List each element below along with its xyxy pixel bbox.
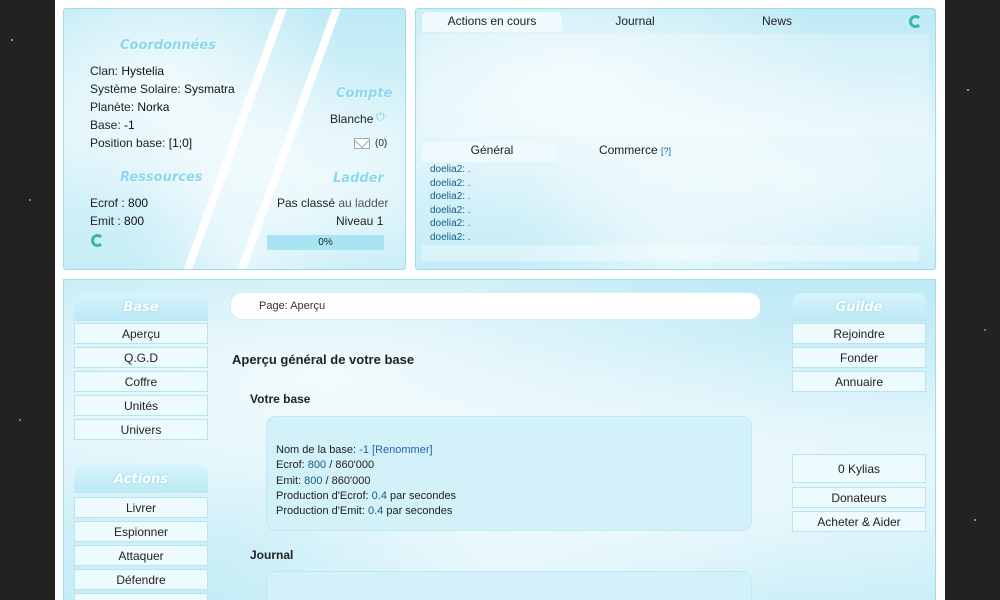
mail-icon[interactable]: [354, 133, 370, 149]
menu-unites[interactable]: Unités: [74, 395, 208, 416]
refresh-icon[interactable]: [909, 15, 922, 28]
chat-line: doelia2: .: [430, 164, 471, 175]
page-title: Aperçu général de votre base: [232, 352, 415, 367]
chat-line: doelia2: .: [430, 191, 471, 202]
chat-line: doelia2: .: [430, 204, 471, 216]
base-name-row: Nom de la base: -1 [Renommer]: [276, 444, 433, 456]
rename-link[interactable]: [Renommer]: [372, 444, 433, 456]
base-row: Base: -1: [90, 118, 135, 132]
base-menu-header: Base: [74, 293, 208, 321]
menu-rejoindre[interactable]: Rejoindre: [792, 323, 926, 344]
chat-input[interactable]: [422, 245, 919, 261]
menu-next-item[interactable]: [74, 593, 208, 600]
menu-annuaire[interactable]: Annuaire: [792, 371, 926, 392]
menu-attaquer[interactable]: Attaquer: [74, 545, 208, 566]
ladder-status: Pas classé au ladder: [277, 196, 389, 210]
ecrof-row: Ecrof: 800 / 860'000: [276, 459, 375, 472]
menu-espionner[interactable]: Espionner: [74, 521, 208, 542]
section-title-journal: Journal: [250, 548, 294, 562]
position-row: Position base: [1;0]: [90, 136, 193, 150]
menu-qgd[interactable]: Q.G.D: [74, 347, 208, 368]
breadcrumb-page: Aperçu: [290, 300, 326, 312]
tab-commerce[interactable]: Commerce [?]: [580, 143, 690, 157]
clan-row: Clan: Hystelia: [90, 64, 165, 78]
chat-line: doelia2: .: [430, 177, 471, 189]
menu-acheter-aider[interactable]: Acheter & Aider: [792, 511, 926, 532]
menu-fonder[interactable]: Fonder: [792, 347, 926, 368]
chat-messages: doelia2: . doelia2: . doelia2: . doelia2…: [430, 163, 471, 244]
resources-title: Ressources: [120, 170, 203, 185]
account-name[interactable]: Blanche: [330, 112, 373, 126]
tab-journal[interactable]: Journal: [580, 14, 690, 28]
tab-actions-en-cours[interactable]: Actions en cours: [422, 14, 562, 28]
tab-news[interactable]: News: [722, 14, 832, 28]
actions-menu-header: Actions: [74, 465, 208, 493]
journal-box: [266, 571, 752, 600]
menu-univers[interactable]: Univers: [74, 419, 208, 440]
menu-apercu[interactable]: Aperçu: [74, 323, 208, 344]
divider: [236, 9, 344, 269]
guild-menu-header: Guilde: [792, 293, 926, 321]
ecrof-production-row: Production d'Ecrof: 0.4 par secondes: [276, 489, 457, 502]
activity-area: [420, 34, 929, 136]
planet-row: Planète: Norka: [90, 100, 170, 114]
account-title: Compte: [336, 86, 393, 101]
mail-count: (0): [375, 138, 388, 149]
chat-line: doelia2: .: [430, 218, 471, 229]
menu-livrer[interactable]: Livrer: [74, 497, 208, 518]
commerce-help-link[interactable]: [?]: [661, 146, 671, 156]
menu-defendre[interactable]: Défendre: [74, 569, 208, 590]
ecrof-resource: Ecrof : 800: [90, 196, 149, 210]
section-title-base: Votre base: [250, 392, 311, 406]
base-info-box: Nom de la base: -1 [Renommer] Ecrof: 800…: [266, 416, 752, 531]
coordinates-title: Coordonnées: [120, 38, 216, 53]
ladder-progress-bar: 0%: [267, 235, 384, 250]
breadcrumb: Page: Aperçu: [230, 292, 761, 320]
menu-donateurs[interactable]: Donateurs: [792, 487, 926, 508]
ladder-level: Niveau 1: [336, 214, 384, 228]
ladder-title: Ladder: [333, 171, 384, 186]
emit-resource: Emit : 800: [90, 214, 145, 228]
chat-line: doelia2: .: [430, 231, 471, 243]
menu-coffre[interactable]: Coffre: [74, 371, 208, 392]
emit-production-row: Production d'Emit: 0.4 par secondes: [276, 505, 453, 518]
kylias-balance: 0 Kylias: [792, 454, 926, 483]
refresh-icon[interactable]: [91, 234, 104, 247]
tab-general[interactable]: Général: [422, 143, 562, 157]
emit-row: Emit: 800 / 860'000: [276, 474, 371, 487]
power-icon[interactable]: ⏻: [376, 111, 385, 124]
solar-system-row: Système Solaire: Sysmatra: [90, 82, 235, 96]
